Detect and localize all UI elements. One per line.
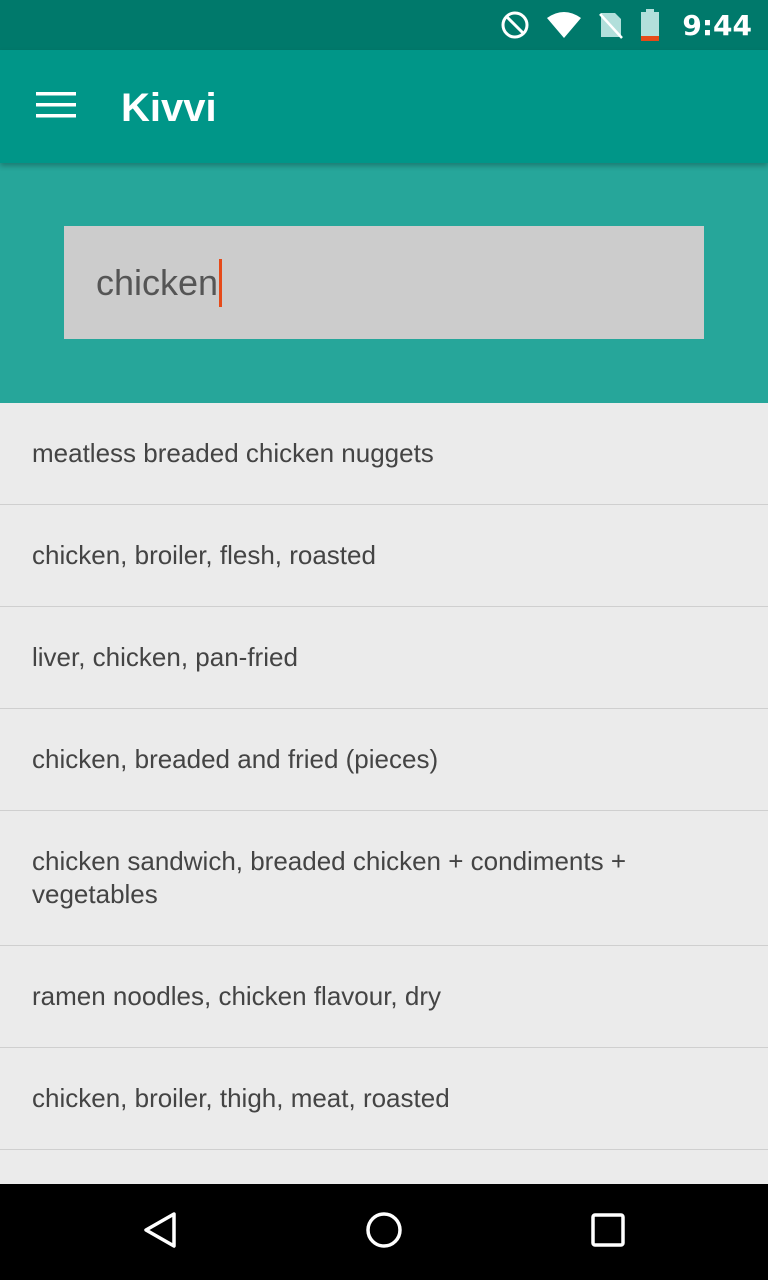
home-icon [364,1210,404,1255]
app-bar: Kivvi [0,50,768,163]
status-time: 9:44 [682,8,752,42]
recents-icon [588,1210,628,1255]
search-input[interactable]: chicken [64,226,704,339]
do-not-disturb-icon [500,10,530,40]
status-icons: 9:44 [484,0,752,50]
list-item[interactable]: chicken, broiler, flesh, roasted [0,505,768,607]
hamburger-menu-icon [36,91,76,123]
search-input-value: chicken [96,261,219,303]
no-sim-icon [598,10,624,40]
text-cursor [219,258,223,307]
search-panel: chicken [0,163,768,403]
results-list: meatless breaded chicken nuggets chicken… [0,403,768,1184]
wifi-icon [546,11,582,39]
list-item[interactable]: liver, chicken, pan-fried [0,607,768,709]
list-item[interactable]: meatless breaded chicken nuggets [0,403,768,505]
battery-low-icon [640,9,660,41]
list-item[interactable] [0,1150,768,1184]
navigation-bar [0,1184,768,1280]
back-button[interactable] [130,1202,190,1262]
status-bar: 9:44 [0,0,768,50]
list-item[interactable]: ramen noodles, chicken flavour, dry [0,946,768,1048]
list-item[interactable]: chicken, broiler, thigh, meat, roasted [0,1048,768,1150]
back-icon [140,1210,180,1255]
home-button[interactable] [354,1202,414,1262]
recents-button[interactable] [578,1202,638,1262]
list-item[interactable]: chicken sandwich, breaded chicken + cond… [0,811,768,946]
app-title: Kivvi [121,86,217,130]
list-item[interactable]: chicken, breaded and fried (pieces) [0,709,768,811]
menu-button[interactable] [22,75,90,139]
